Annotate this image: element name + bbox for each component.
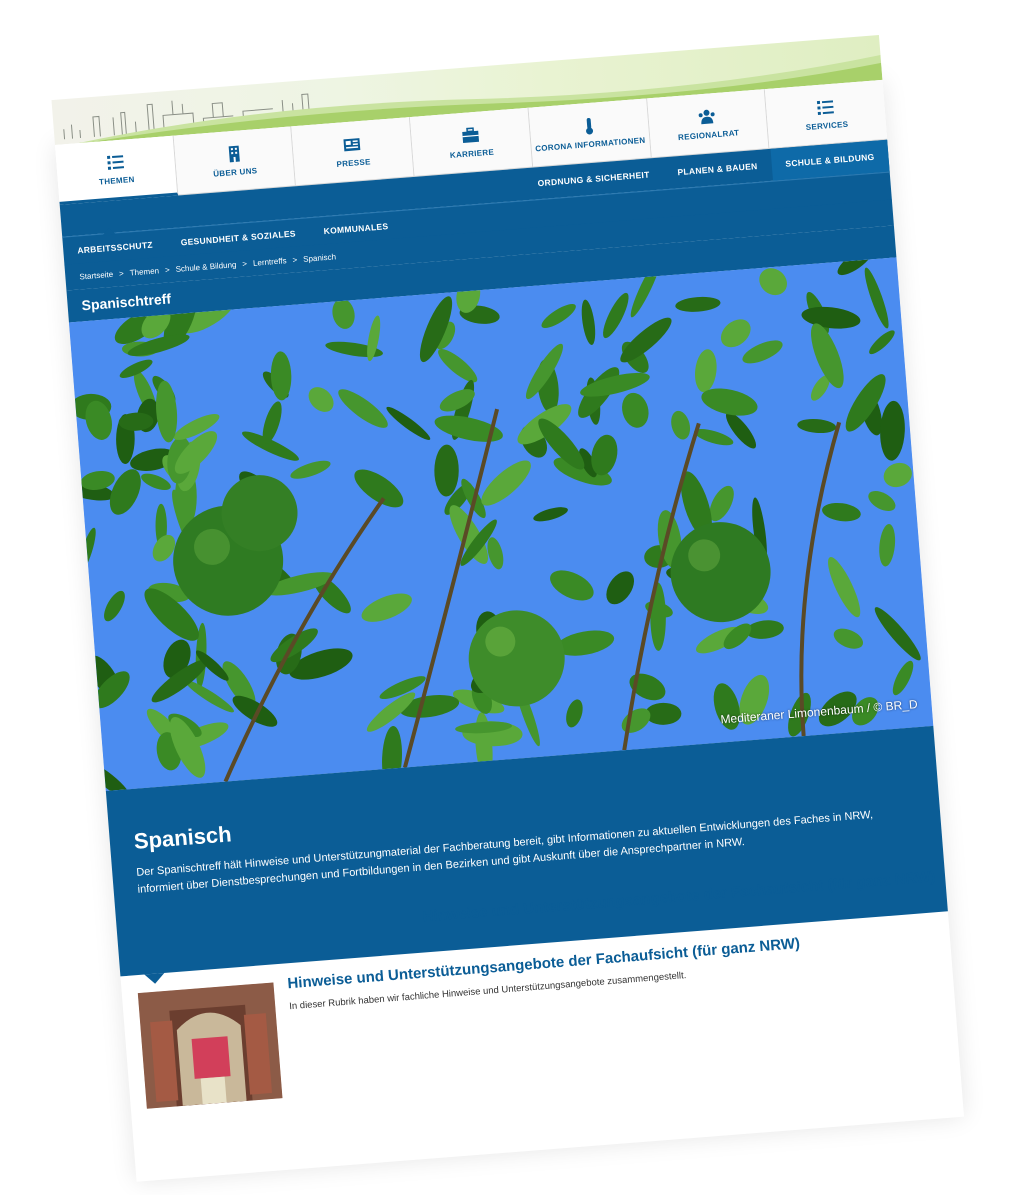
active-marker: [101, 227, 117, 236]
nav-label: THEMEN: [98, 174, 135, 187]
nav-tile-karriere[interactable]: KARRIERE: [410, 107, 534, 177]
topic-arbeitsschutz[interactable]: ARBEITSSCHUTZ: [63, 239, 167, 257]
nav-label: CORONA INFORMATIONEN: [534, 135, 646, 153]
breadcrumb-separator: >: [292, 254, 298, 265]
nav-tile-ueber-uns[interactable]: ÜBER UNS: [173, 126, 297, 196]
webpage: THEMEN ÜBER UNS PRESSE KARRIERE CORONA I…: [51, 35, 965, 1182]
screenshot-stage: THEMEN ÜBER UNS PRESSE KARRIERE CORONA I…: [0, 0, 1023, 1195]
nav-label: ÜBER UNS: [212, 165, 258, 179]
nav-tile-regionalrat[interactable]: REGIONALRAT: [646, 89, 770, 159]
topic-kommunales[interactable]: KOMMUNALES: [309, 220, 402, 237]
topic-gesundheit-soziales[interactable]: GESUNDHEIT & SOZIALES: [166, 227, 310, 248]
nav-tile-themen[interactable]: THEMEN: [55, 135, 179, 205]
door-image: [137, 982, 283, 1109]
breadcrumb-separator: >: [241, 258, 248, 269]
newspaper-icon: [343, 137, 361, 151]
intro-pointer: [144, 972, 166, 985]
nav-tile-presse[interactable]: PRESSE: [291, 117, 415, 187]
nav-label: PRESSE: [336, 156, 372, 169]
nav-tile-services[interactable]: SERVICES: [765, 79, 888, 149]
list-icon: [106, 154, 124, 170]
breadcrumb-startseite[interactable]: Startseite: [79, 269, 113, 281]
nav-label: SERVICES: [805, 119, 849, 132]
hero-photo: Mediteraner Limonenbaum / © BR_D: [68, 257, 934, 792]
thermometer-icon: [585, 117, 593, 135]
breadcrumb-themen[interactable]: Themen: [129, 266, 159, 277]
breadcrumb-lerntreffs[interactable]: Lerntreffs: [253, 256, 287, 268]
nav-label: REGIONALRAT: [677, 127, 740, 142]
breadcrumb-separator: >: [164, 264, 170, 275]
breadcrumb-spanisch: Spanisch: [302, 251, 337, 264]
nav-tile-corona[interactable]: CORONA INFORMATIONEN: [528, 98, 652, 168]
breadcrumb-schule-bildung[interactable]: Schule & Bildung: [175, 260, 236, 274]
teaser-image[interactable]: [137, 982, 283, 1109]
briefcase-icon: [462, 126, 480, 143]
users-icon: [699, 109, 716, 124]
list-icon: [817, 99, 835, 115]
nav-label: KARRIERE: [449, 147, 495, 160]
breadcrumb-separator: >: [118, 268, 125, 278]
building-icon: [228, 145, 240, 162]
